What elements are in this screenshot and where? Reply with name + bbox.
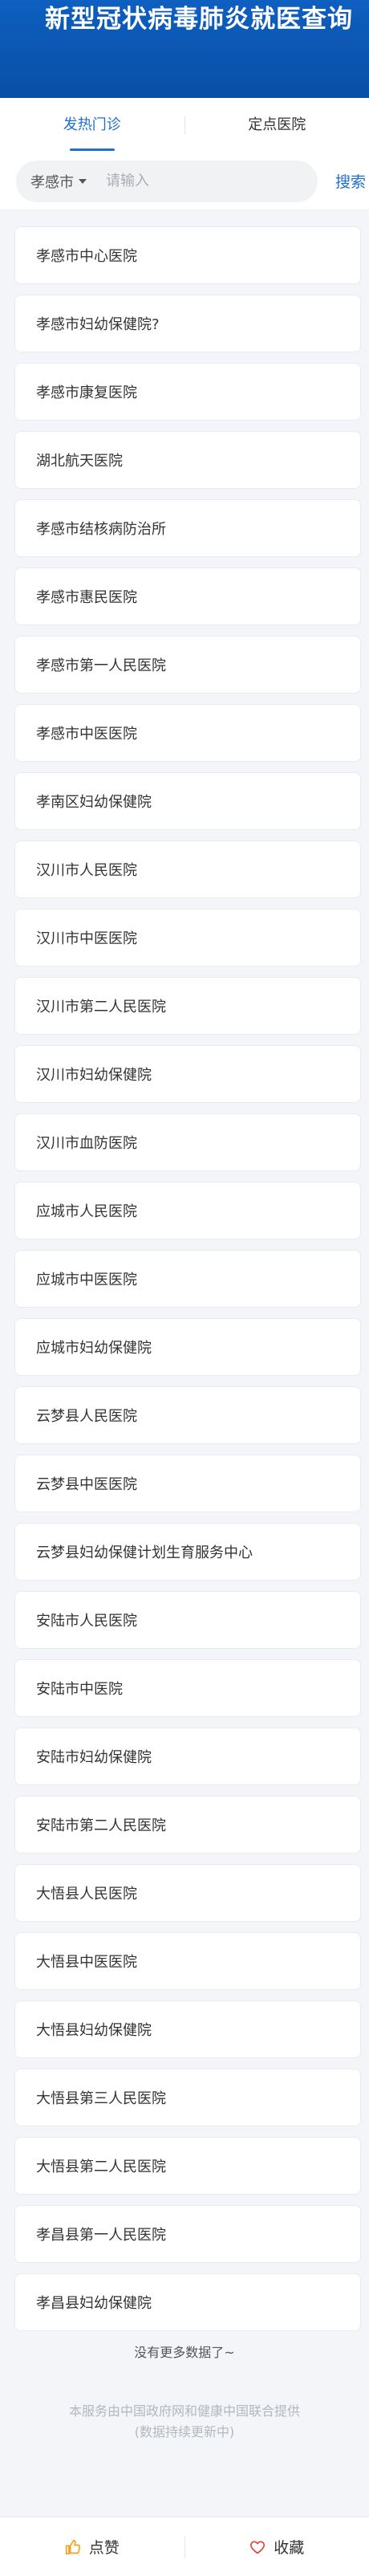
hospital-name: 云梦县人民医院 [36, 1408, 137, 1425]
list-item[interactable]: 汉川市妇幼保健院 [14, 1045, 361, 1103]
hospital-name: 汉川市妇幼保健院 [36, 1067, 152, 1084]
list-item[interactable]: 孝感市康复医院 [14, 363, 361, 421]
favorite-button[interactable]: 收藏 [185, 2536, 369, 2558]
heart-icon [250, 2541, 266, 2554]
hospital-name: 汉川市第二人民医院 [36, 999, 166, 1015]
list-item[interactable]: 湖北航天医院 [14, 431, 361, 489]
hospital-name: 汉川市人民医院 [36, 862, 137, 879]
list-item[interactable]: 应城市中医医院 [14, 1250, 361, 1308]
hospital-name: 安陆市妇幼保健院 [36, 1749, 152, 1766]
search-input[interactable] [106, 173, 274, 189]
hospital-name: 云梦县中医医院 [36, 1476, 137, 1493]
tab-designated-hospital[interactable]: 定点医院 [185, 98, 369, 153]
footer-line-1: 本服务由中国政府网和健康中国联合提供 [68, 2403, 300, 2419]
footer-line-2: (数据持续更新中) [134, 2424, 235, 2440]
hospital-name: 孝昌县第一人民医院 [36, 2227, 166, 2244]
list-item[interactable]: 孝感市中心医院 [14, 226, 361, 284]
hospital-name: 大悟县人民医院 [36, 1886, 137, 1902]
page: 新型冠状病毒肺炎就医查询 发热门诊 定点医院 孝感市 搜索 孝感市中心医院孝感市… [0, 0, 369, 2576]
hospital-name: 孝感市结核病防治所 [36, 521, 166, 538]
page-title: 新型冠状病毒肺炎就医查询 [45, 5, 353, 34]
list-item[interactable]: 大悟县中医医院 [14, 1932, 361, 1990]
hospital-name: 安陆市中医院 [36, 1681, 123, 1698]
like-button[interactable]: 点赞 [0, 2536, 184, 2558]
list-item[interactable]: 应城市人民医院 [14, 1182, 361, 1239]
list-item[interactable]: 汉川市中医医院 [14, 909, 361, 967]
list-item[interactable]: 安陆市人民医院 [14, 1591, 361, 1649]
hospital-name: 大悟县第二人民医院 [36, 2159, 166, 2175]
list-item[interactable]: 大悟县人民医院 [14, 1864, 361, 1922]
hospital-name: 孝感市妇幼保健院? [36, 316, 160, 333]
list-item[interactable]: 大悟县第二人民医院 [14, 2137, 361, 2195]
header-banner: 新型冠状病毒肺炎就医查询 [0, 0, 369, 98]
city-select-label: 孝感市 [30, 173, 74, 191]
hospital-name: 孝昌县妇幼保健院 [36, 2295, 152, 2312]
caret-down-icon [79, 178, 87, 184]
hospital-name: 安陆市人民医院 [36, 1613, 137, 1630]
city-select[interactable]: 孝感市 [30, 171, 87, 192]
search-row: 孝感市 搜索 [0, 153, 369, 210]
list-item[interactable]: 大悟县第三人民医院 [14, 2069, 361, 2126]
hospital-name: 孝感市惠民医院 [36, 589, 137, 606]
list-item[interactable]: 安陆市妇幼保健院 [14, 1728, 361, 1785]
hospital-name: 孝感市中医医院 [36, 726, 137, 743]
list-item[interactable]: 孝南区妇幼保健院 [14, 772, 361, 830]
hospital-name: 大悟县第三人民医院 [36, 2090, 166, 2107]
search-button[interactable]: 搜索 [335, 170, 366, 192]
footer-note: 本服务由中国政府网和健康中国联合提供 (数据持续更新中) [0, 2401, 369, 2443]
hospital-name: 应城市中医医院 [36, 1272, 137, 1288]
list-item[interactable]: 孝感市第一人民医院 [14, 636, 361, 694]
list-item[interactable]: 云梦县妇幼保健计划生育服务中心 [14, 1523, 361, 1581]
hospital-list: 孝感市中心医院孝感市妇幼保健院? 孝感市康复医院 湖北航天医院孝感市结核病防治所 孝感… [0, 210, 369, 2331]
list-item[interactable]: 孝昌县第一人民医院 [14, 2205, 361, 2263]
list-item[interactable]: 孝感市惠民医院 [14, 568, 361, 625]
like-label: 点赞 [88, 2539, 120, 2557]
hospital-name: 湖北航天医院 [36, 453, 123, 470]
list-item[interactable]: 云梦县中医医院 [14, 1455, 361, 1512]
hospital-name: 孝南区妇幼保健院 [36, 794, 152, 811]
list-item[interactable]: 大悟县妇幼保健院 [14, 2000, 361, 2058]
list-item[interactable]: 孝感市结核病防治所 [14, 499, 361, 557]
bottom-bar: 点赞 收藏 [0, 2517, 369, 2576]
list-item[interactable]: 安陆市第二人民医院 [14, 1796, 361, 1854]
hospital-name: 大悟县中医医院 [36, 1954, 137, 1971]
list-item[interactable]: 安陆市中医院 [14, 1659, 361, 1717]
list-item[interactable]: 孝感市中医医院 [14, 704, 361, 762]
hospital-name: 汉川市中医医院 [36, 930, 137, 947]
hospital-name: 云梦县妇幼保健计划生育服务中心 [36, 1544, 253, 1561]
hospital-name: 孝感市中心医院 [36, 248, 137, 265]
favorite-label: 收藏 [274, 2539, 305, 2557]
list-item[interactable]: 应城市妇幼保健院 [14, 1318, 361, 1376]
list-item[interactable]: 汉川市人民医院 [14, 840, 361, 898]
list-item[interactable]: 孝昌县妇幼保健院 [14, 2273, 361, 2331]
hospital-name: 孝感市第一人民医院 [36, 657, 166, 674]
hospital-name: 汉川市血防医院 [36, 1135, 137, 1152]
search-box: 孝感市 [16, 160, 318, 202]
list-item[interactable]: 孝感市妇幼保健院? [14, 295, 361, 352]
thumbs-up-icon [65, 2539, 80, 2554]
hospital-name: 大悟县妇幼保健院 [36, 2022, 152, 2039]
list-item[interactable]: 汉川市血防医院 [14, 1113, 361, 1171]
hospital-name: 应城市人民医院 [36, 1203, 137, 1220]
list-end-text: 没有更多数据了~ [134, 2345, 235, 2360]
hospital-name: 孝感市康复医院 [36, 385, 137, 401]
tab-fever-clinic[interactable]: 发热门诊 [0, 98, 184, 153]
list-item[interactable]: 云梦县人民医院 [14, 1386, 361, 1444]
tab-bar: 发热门诊 定点医院 [0, 98, 369, 153]
hospital-name: 安陆市第二人民医院 [36, 1817, 166, 1834]
list-item[interactable]: 汉川市第二人民医院 [14, 977, 361, 1035]
hospital-name: 应城市妇幼保健院 [36, 1340, 152, 1357]
